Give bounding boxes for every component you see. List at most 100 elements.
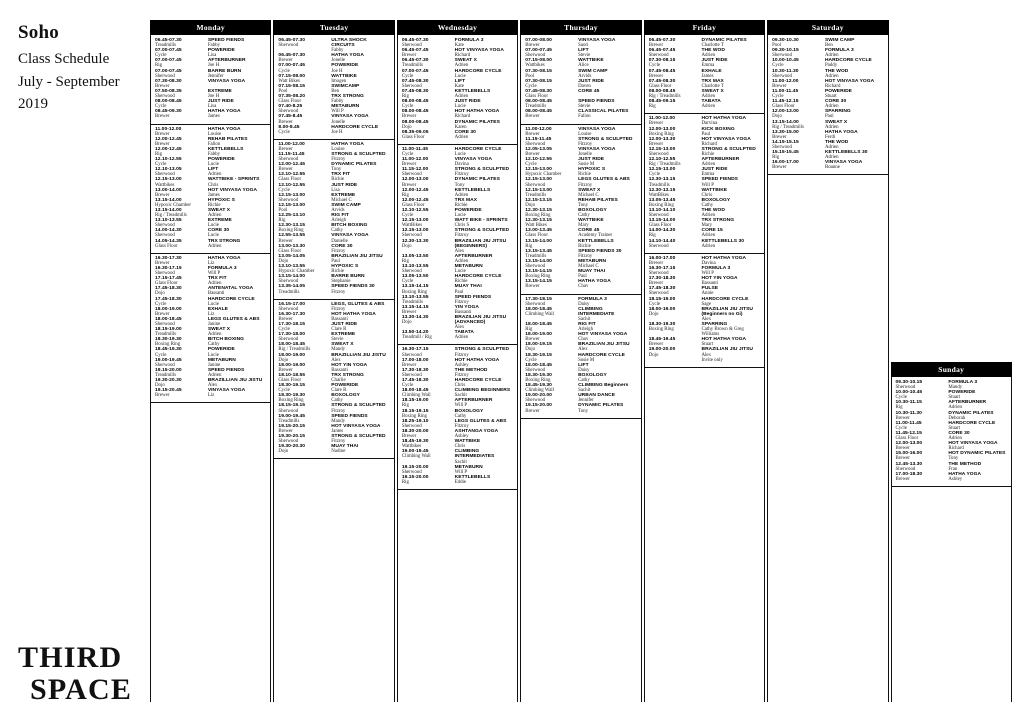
class-entry[interactable]: 13.00-13.45 Glass Floor CORE 45 Academy Tra… — [525, 228, 637, 238]
class-entry[interactable]: 13.10-13.55 Hypoxic Chamber HYPOXIC S Richi… — [278, 264, 390, 274]
class-entry[interactable]: 08.00-08.45 Treadmills SPEED FIENDS Stevie — [525, 99, 637, 109]
class-entry[interactable]: 10.30-11.30 Sherwood THE WOD Adrien — [772, 69, 884, 79]
class-entry[interactable]: 12.10-12.55 Cycle POWERIDE Lucie — [155, 157, 267, 167]
class-entry[interactable]: 18.15-19.00 Cycle HARDCORE CYCLE Sage — [649, 297, 761, 307]
class-entry[interactable]: 16.15-17.00 Sherwood LEGS, GLUTES & ABS Fit… — [278, 302, 390, 312]
class-entry[interactable]: 10.30-11.15 Rig AFTERBURNER Adrien — [896, 400, 1008, 410]
class-entry[interactable]: 07.45-08.30 Sherwood LIFT Kate — [402, 79, 514, 89]
class-entry[interactable]: 09.30-10.30 Pool SWIM CAMP Ben — [772, 38, 884, 48]
class-entry[interactable]: 07.45-08.30 Glass Floor TRX MAX Charlotte T — [649, 79, 761, 89]
class-entry[interactable]: 07.45-8.45 Brewer VINYASA YOGA Jonelle — [278, 114, 390, 124]
class-entry[interactable]: 13.05-13.45 Boxing Ring BOXOLOGY Cathy — [649, 198, 761, 208]
class-entry[interactable]: 08.35-09.05 Glass Floor CORE 30 Adrien — [402, 130, 514, 140]
class-entry[interactable]: 07.30-08.30 Brewer VINYASA YOGA — [155, 79, 267, 89]
class-entry[interactable]: 18.45-19.30 Wattbikes WATTBIKE Chris — [402, 439, 514, 449]
class-entry[interactable]: 13.15-14.00 Glass Floor TRX STRONG Mary — [649, 218, 761, 228]
class-entry[interactable]: 18.00-18.45 Climbing Wall CLIMBING BEGINNE… — [402, 388, 514, 398]
class-entry[interactable]: 18.00-18.45 Sherwood LIFT Daisy — [525, 363, 637, 373]
class-entry[interactable]: 07.40-8.25 Sherwood METABURN Will P — [278, 104, 390, 114]
class-entry[interactable]: 14.00-14.30 Rig CORE 15 Adrien — [649, 228, 761, 238]
class-entry[interactable]: 12.30-13.30 Dojo BRAZILIAN JIU JITSU (BEGIN… — [402, 239, 514, 254]
class-entry[interactable]: 16.30-17.30 Brewer HATHA YOGA Liz — [155, 256, 267, 266]
class-entry[interactable]: 18.15-19.00 Rig AFTERBURNER Will P — [402, 398, 514, 408]
class-entry[interactable]: 07.30-08.15 Pool SWIM CAMP Arvids — [525, 69, 637, 79]
class-entry[interactable]: 06.45-07.30 Treadmills SWEAT X Adrien — [402, 58, 514, 68]
class-entry[interactable]: 13.15-13.45 Treadmills SPEED FIENDS 30 Fitz… — [525, 249, 637, 259]
class-entry[interactable]: 12.00-12.45 Rig KETTLEBELLS Adrien — [402, 188, 514, 198]
class-entry[interactable]: 13.15-14.00 Rig / Treadmills SWEAT X Adrien — [772, 120, 884, 130]
class-entry[interactable]: 07.00-07.45 Sherwood LIFT Stevie — [525, 48, 637, 58]
class-entry[interactable]: 14.10-14.40 Sherwood KETTLEBELLS 30 Adrien — [649, 239, 761, 249]
class-entry[interactable]: 12.30-13.15 Treadmills SPEED FIENDS Will P — [649, 177, 761, 187]
class-entry[interactable]: 10.00-10.45 Cycle HARDCORE CYCLE Paddy — [772, 58, 884, 68]
class-entry[interactable]: 19.00-20.00 Dojo BRAZILIAN JIU JITSU Alex In… — [649, 347, 761, 362]
class-entry[interactable]: 13.15-14.00 Rig KETTLEBELLS Richie — [525, 239, 637, 249]
class-entry[interactable]: 18.00-18.45 Climbing Wall CLIMBING INTERMED… — [525, 307, 637, 322]
class-entry[interactable]: 13.30-15.00 Brewer HATHA YOGA Ferdi — [772, 130, 884, 140]
class-entry[interactable]: 16.30-17.30 Brewer HOT HATHA YOGA Bassanti — [278, 312, 390, 322]
class-entry[interactable]: 18.45-19.30 Cycle POWERIDE Lucie — [155, 347, 267, 357]
class-entry[interactable]: 19.00-19.45 Climbing Wall CLIMBING INTERMED… — [402, 449, 514, 464]
class-entry[interactable]: 18.25-19.10 Sherwood LEGS GLUTES & ABS Fitz… — [402, 419, 514, 429]
class-entry[interactable]: 08.00-08.45 Dojo DYNAMIC PILATES Karen — [402, 120, 514, 130]
class-entry[interactable]: 17.45-18.30 Cycle HARDCORE CYCLE Lucie — [155, 297, 267, 307]
class-entry[interactable]: 07.30-08.15 Cycle JUST RIDE Emma — [649, 58, 761, 68]
class-entry[interactable]: 18.10-18.55 Glass Floor TRX STRONG Charlie — [278, 373, 390, 383]
class-entry[interactable]: 19.00-20.00 Sherwood URBAN DANCE Jennifer — [525, 393, 637, 403]
class-entry[interactable]: 19.30-20.15 Sherwood STRONG & SCULPTED Fitz… — [278, 434, 390, 444]
class-entry[interactable]: 13.50-14.20 Treadmill / Rig TABATA Adrien — [402, 330, 514, 340]
class-entry[interactable]: 14.05-14.35 Glass Floor TRX STRONG Adrien — [155, 239, 267, 249]
class-entry[interactable]: 06.45-07.45 Sherwood THE WOD Adrien — [649, 48, 761, 58]
class-entry[interactable]: 18.45-19.45 Brewer HOT HATHA YOGA Stuart — [649, 337, 761, 347]
class-entry[interactable]: 19.15-20.45 Brewer VINYASA YOGA Liz — [155, 388, 267, 398]
class-entry[interactable]: 18.00-19.15 Dojo BRAZILIAN JIU JITSU Alex — [525, 342, 637, 352]
class-entry[interactable]: 11.00-12.00 Brewer HOT VINYASA YOGA Richard — [772, 79, 884, 89]
class-entry[interactable]: 11.00-12.00 Brewer HATHA YOGA Louise — [155, 127, 267, 137]
class-entry[interactable]: 13.15-14.15 Boxing Ring MUAY THAI Paul — [525, 269, 637, 279]
class-entry[interactable]: 11.15-11.45 Sherwood STRONG & SCULPTED Fitz… — [525, 137, 637, 147]
class-entry[interactable]: 12.30-13.15 Boxing Ring BOXOLOGY Cathy — [525, 208, 637, 218]
class-entry[interactable]: 12.00-13.30 Brewer HOT VINYASA YOGA Richard — [649, 137, 761, 147]
class-entry[interactable]: 18.30-19.15 Cycle POWERIDE Clare R — [278, 383, 390, 393]
class-entry[interactable]: 11.00-12.00 Brewer VINYASA YOGA Louise — [525, 127, 637, 137]
class-entry[interactable]: 11.45-12.15 Glass Floor CORE 30 Adrien — [896, 431, 1008, 441]
class-entry[interactable]: 12.10-12.55 Glass Floor TRX FIT Richie — [278, 172, 390, 182]
class-entry[interactable]: 12.00-12.45 Rig KETTLEBELLS Fabby — [155, 147, 267, 157]
class-entry[interactable]: 11.00-11.45 Cycle HARDCORE CYCLE Stuart — [896, 421, 1008, 431]
class-entry[interactable]: 18.30-19.30 Boxing Ring BOXOLOGY Cathy — [278, 393, 390, 403]
class-entry[interactable]: 12.45-13.30 Sherwood THE METHOD Fran — [896, 462, 1008, 472]
class-entry[interactable]: 12.00-13.00 Dojo SPARRING Paul — [772, 109, 884, 119]
class-entry[interactable]: 12.00-12.45 Brewer REHAB PILATES Fallon — [155, 137, 267, 147]
class-entry[interactable]: 12.10-12.55 Cycle JUST RIDE Lisa — [278, 183, 390, 193]
class-entry[interactable]: 12.15-13.00 Hypoxic Chamber HYPOXIC S Richi… — [525, 167, 637, 177]
class-entry[interactable]: 14.00-14.30 Sherwood CORE 30 Lucie — [155, 228, 267, 238]
class-entry[interactable]: 19.30-20.30 Dojo MUAY THAI Nadine — [278, 444, 390, 454]
class-entry[interactable]: 13.10-13.55 Sherwood EXTREME Lucie — [155, 218, 267, 228]
class-entry[interactable]: 07.00-07.45 Sherwood BARRE BURN Jennifer — [155, 69, 267, 79]
class-entry[interactable]: 17.15-17.45 Glass Floor TRX FIT Adrien — [155, 276, 267, 286]
class-entry[interactable]: 08.00-08.45 Brewer HOT HATHA YOGA Richard — [402, 109, 514, 119]
class-entry[interactable]: 10.00-10.45 Cycle POWERIDE Stuart — [896, 390, 1008, 400]
class-entry[interactable]: 13.10-13.55 Treadmills SPEED FIENDS Fitzroy — [402, 295, 514, 305]
class-entry[interactable]: 13.30-14.30 Dojo BRAZILIAN JIU JITSU (ADVAN… — [402, 315, 514, 330]
class-entry[interactable]: 06.45-07.30 Brewer HATHA YOGA Jonelle — [278, 53, 390, 63]
class-entry[interactable]: 12.15-13.00 WattBikes WATT BIKE - SPRINTS C… — [402, 218, 514, 228]
class-entry[interactable]: 12.15-13.00 Sherwood STRONG & SCULPTED Rich… — [649, 147, 761, 157]
class-entry[interactable]: 19.15-20.00 Rig KETTLEBELLS Eddie — [402, 475, 514, 485]
class-entry[interactable]: 12.00-13.00 Boxing Ring KICK BOXING Paul — [649, 127, 761, 137]
class-entry[interactable]: 18.00-19.00 Brewer HOT YIN YOGA Bassanti — [278, 363, 390, 373]
class-entry[interactable]: 18.15-19.15 Sherwood STRONG & SCULPTED Fitz… — [278, 403, 390, 413]
class-entry[interactable]: 19.15-20.00 Treadmills SPEED FIENDS Adrien — [155, 368, 267, 378]
class-entry[interactable]: 13.35-14.05 Treadmills SPEED FIENDS 30 Fitz… — [278, 284, 390, 294]
class-entry[interactable]: 18.30-20.00 Brewer ASHTANGA YOGA Ashley — [402, 429, 514, 439]
class-entry[interactable]: 18.00-18.45 Rig / Treadmills SWEAT X Mandy — [278, 342, 390, 352]
class-entry[interactable]: 12.00-13.00 Brewer HOT VINYASA YOGA Richard — [896, 441, 1008, 451]
class-entry[interactable]: 18.45-19.30 Climbing Wall CLIMBING Beginne… — [525, 383, 637, 393]
class-entry[interactable]: 13.05-14.05 Dojo BRAZILIAN JIU JITSU Paul — [278, 254, 390, 264]
class-entry[interactable]: 18.30-19.30 Boxing Ring SPARRING Cathy Brow… — [649, 322, 761, 337]
class-entry[interactable]: 19.00-19.45 Sherwood METABURN Janine — [155, 358, 267, 368]
class-entry[interactable]: 06.45-07.30 Treadmills SPEED FIENDS Fabby — [155, 38, 267, 48]
class-entry[interactable]: 19.00-19.45 Treadmills SPEED FIENDS Mandy — [278, 414, 390, 424]
class-entry[interactable]: 17.30-18.15 Cycle JUST RIDE Clare R — [278, 322, 390, 332]
class-entry[interactable]: 11.15-11.45 Sherwood STRONG & SCULPTED Fitz… — [278, 152, 390, 162]
